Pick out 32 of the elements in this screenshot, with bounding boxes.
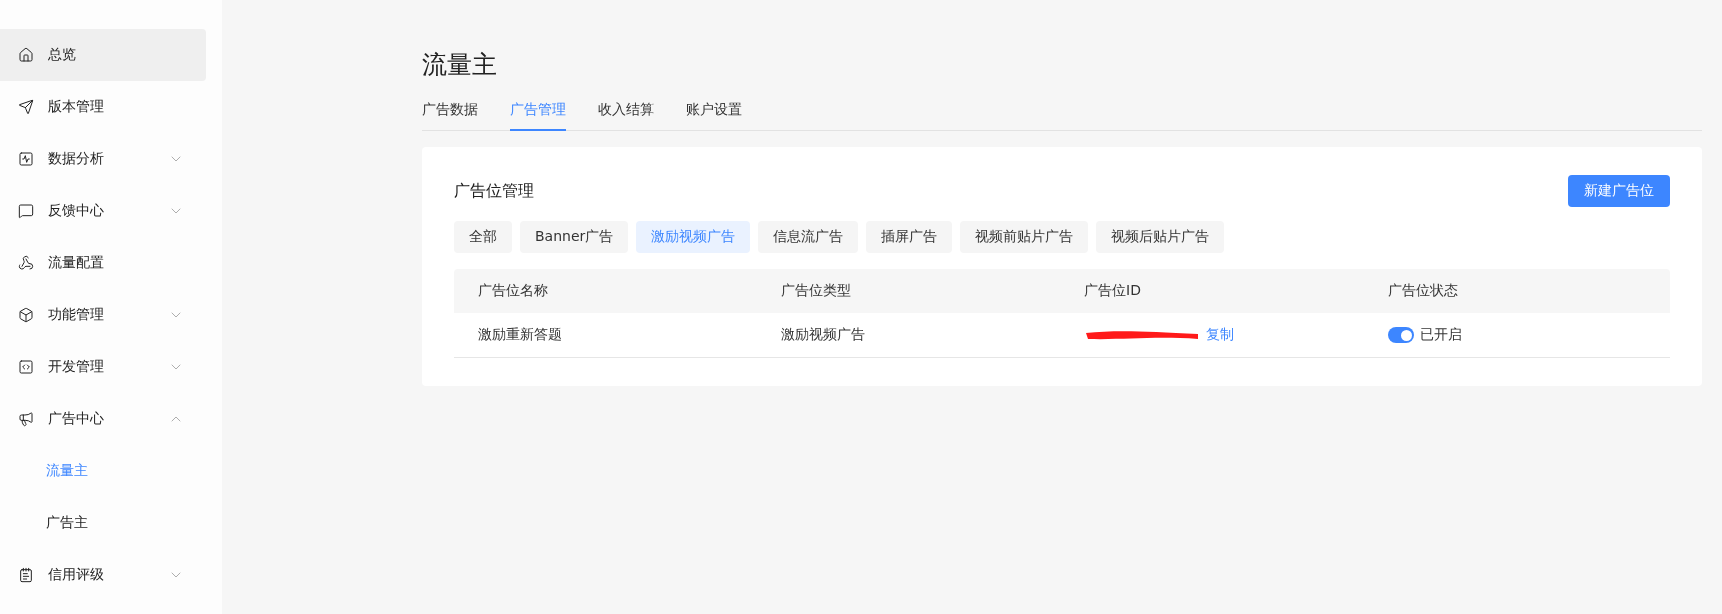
filter-chip[interactable]: 视频后贴片广告 bbox=[1096, 221, 1225, 253]
activity-icon bbox=[18, 151, 34, 167]
code-icon bbox=[18, 359, 34, 375]
webhook-icon bbox=[18, 255, 34, 271]
filter-chip[interactable]: 视频前贴片广告 bbox=[960, 221, 1089, 253]
copy-link[interactable]: 复制 bbox=[1206, 326, 1234, 344]
filter-chip[interactable]: 信息流广告 bbox=[758, 221, 859, 253]
send-icon bbox=[18, 99, 34, 115]
table-cell: 激励重新答题 bbox=[478, 326, 562, 344]
tab[interactable]: 账户设置 bbox=[686, 101, 742, 131]
page-title: 流量主 bbox=[422, 49, 498, 81]
table-cell: 激励视频广告 bbox=[781, 326, 865, 344]
megaphone-icon bbox=[18, 411, 34, 427]
tab[interactable]: 广告数据 bbox=[422, 101, 478, 131]
sidebar-item[interactable]: 总览 bbox=[0, 29, 206, 81]
status-toggle[interactable] bbox=[1388, 327, 1414, 343]
filter-chip[interactable]: 插屏广告 bbox=[866, 221, 953, 253]
column-header: 广告位ID bbox=[1084, 282, 1141, 300]
cube-icon bbox=[18, 307, 34, 323]
card-title: 广告位管理 bbox=[454, 180, 534, 202]
home-icon bbox=[18, 47, 34, 63]
sidebar-subitem[interactable]: 流量主 bbox=[0, 445, 88, 497]
tab[interactable]: 收入结算 bbox=[598, 101, 654, 131]
status-text: 已开启 bbox=[1420, 326, 1462, 344]
filter-chip[interactable]: 全部 bbox=[454, 221, 512, 253]
filter-chip[interactable]: Banner广告 bbox=[520, 221, 629, 253]
column-header: 广告位类型 bbox=[781, 282, 851, 300]
sidebar-subitem[interactable]: 广告主 bbox=[0, 497, 88, 549]
notepad-icon bbox=[18, 567, 34, 583]
column-header: 广告位状态 bbox=[1388, 282, 1458, 300]
column-header: 广告位名称 bbox=[478, 282, 548, 300]
message-icon bbox=[18, 203, 34, 219]
